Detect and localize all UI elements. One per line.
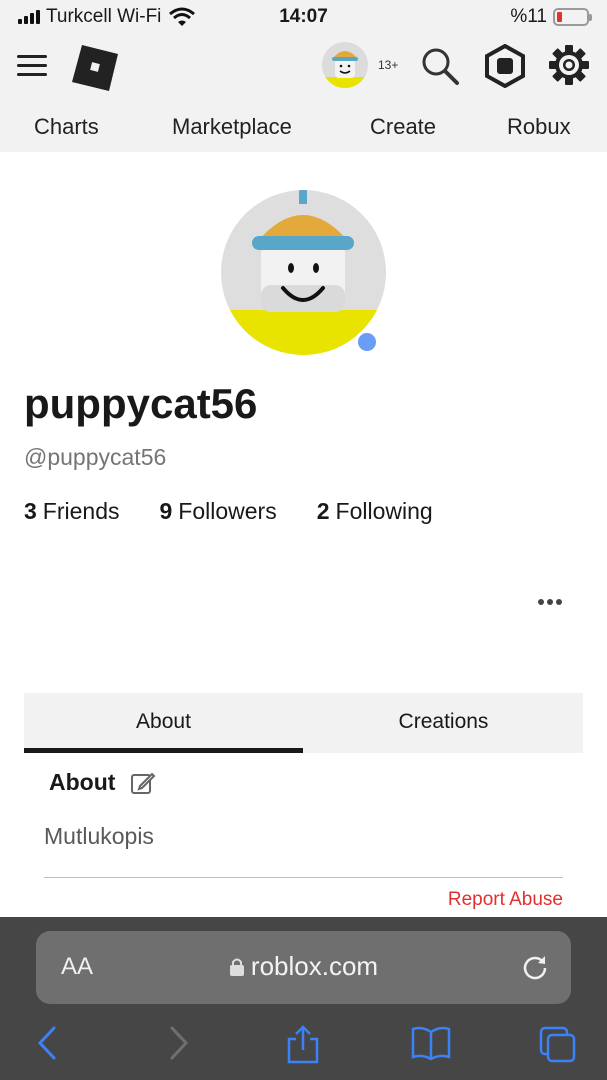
following-link[interactable]: 2 Following [317,498,433,525]
top-header: 13+ [0,34,607,100]
friends-count: 3 [24,498,37,524]
main-nav: Charts Marketplace Create Robux [0,100,607,152]
menu-icon[interactable] [17,54,47,78]
reload-icon[interactable] [521,953,549,981]
avatar-head-icon [322,51,368,88]
about-heading-text: About [49,769,116,795]
nav-item-robux[interactable]: Robux [507,114,571,140]
share-icon[interactable] [286,1025,320,1065]
tab-creations[interactable]: Creations [304,693,583,753]
online-status-indicator [355,330,379,354]
nav-item-charts[interactable]: Charts [34,114,99,140]
profile-tabs: About Creations [24,693,583,753]
battery-indicator: %11 [510,6,592,28]
username: @puppycat56 [24,444,167,470]
followers-link[interactable]: 9 Followers [160,498,277,525]
age-badge: 13+ [378,58,399,72]
report-abuse-link[interactable]: Report Abuse [448,889,563,911]
browser-toolbar: AA roblox.com [0,917,607,1080]
tabs-icon[interactable] [538,1025,578,1063]
profile-stats: 3 Friends 9 Followers 2 Following [24,498,433,525]
bookmarks-icon[interactable] [410,1025,452,1061]
domain-text: roblox.com [250,951,379,981]
search-icon[interactable] [420,46,460,86]
lock-icon [229,958,244,976]
edit-icon[interactable] [130,770,156,796]
friends-link[interactable]: 3 Friends [24,498,120,525]
roblox-logo-icon[interactable] [70,43,120,93]
battery-percent: %11 [510,6,547,27]
divider [44,877,563,878]
nav-item-create[interactable]: Create [370,114,436,140]
tab-about[interactable]: About [24,693,303,753]
following-label: Following [335,498,433,524]
followers-count: 9 [159,498,173,524]
display-name: puppycat56 [24,380,258,427]
status-bar: Turkcell Wi-Fi 14:07 %11 [0,0,607,34]
forward-icon[interactable] [168,1025,190,1061]
about-heading: About [49,769,156,796]
more-options-icon[interactable] [536,590,566,614]
robux-icon[interactable] [484,44,526,88]
about-description: Mutlukopis [44,823,154,849]
following-count: 2 [316,498,330,524]
gear-icon[interactable] [548,44,590,86]
address-bar[interactable]: AA roblox.com [36,931,571,1004]
nav-item-marketplace[interactable]: Marketplace [172,114,292,140]
battery-icon [553,8,592,26]
back-icon[interactable] [36,1025,58,1061]
url-display: roblox.com [36,951,571,982]
followers-label: Followers [178,498,277,524]
friends-label: Friends [42,498,120,524]
avatar[interactable] [322,42,368,88]
